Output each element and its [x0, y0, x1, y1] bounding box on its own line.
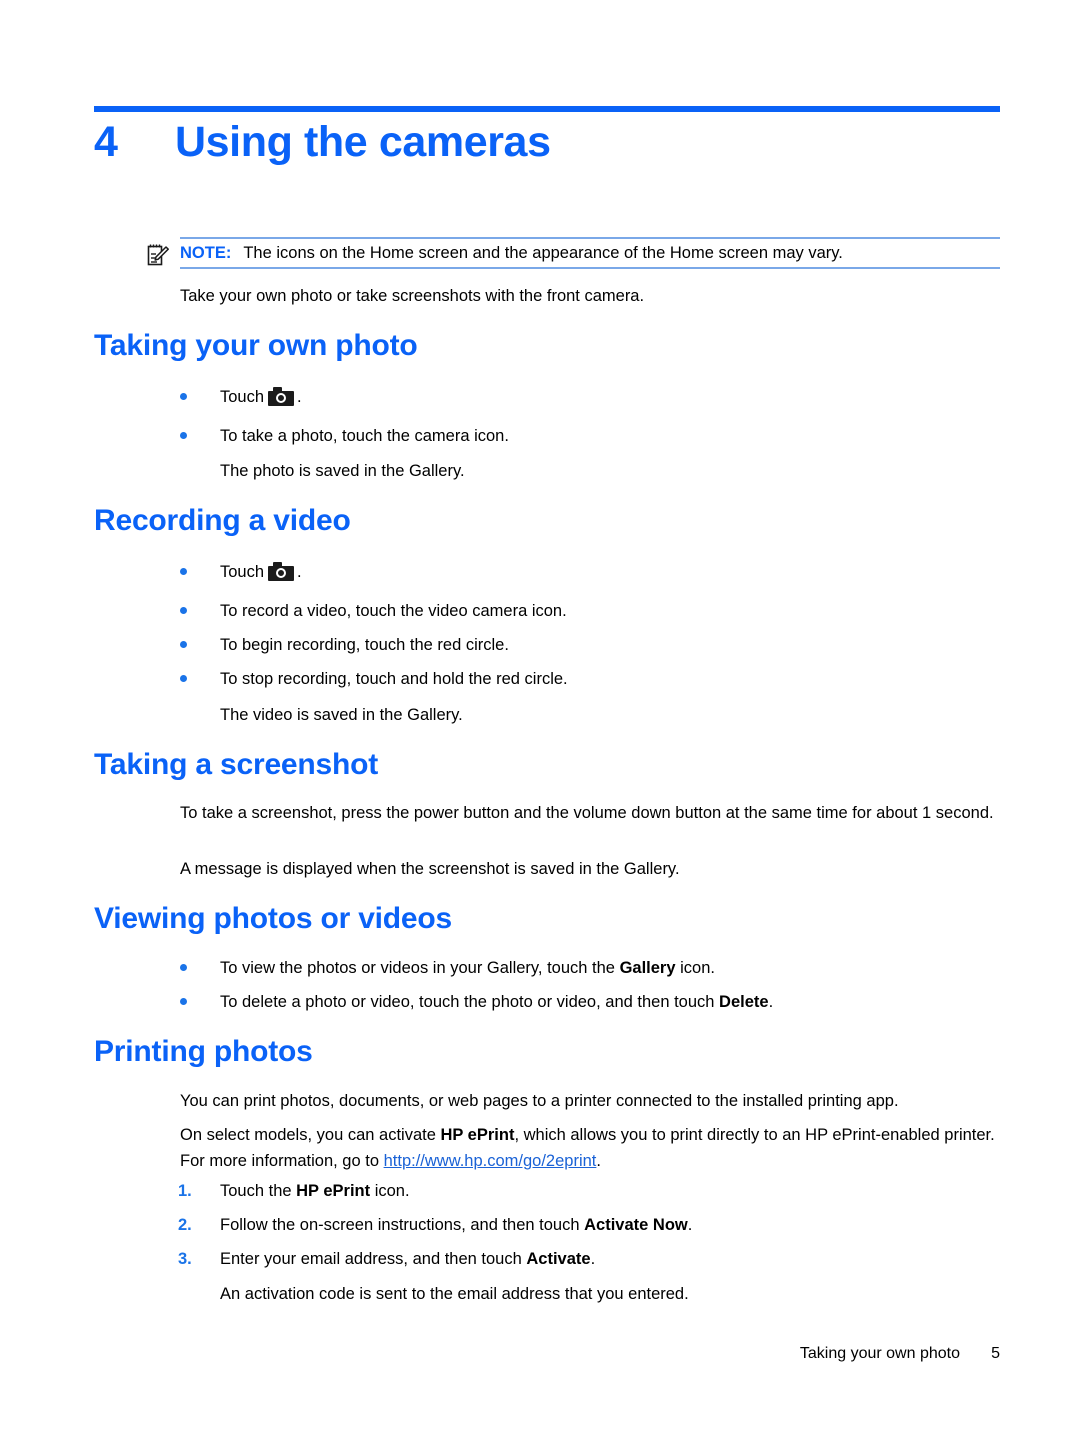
steps-follow-up-text: An activation code is sent to the email …	[220, 1285, 689, 1303]
list-item: To begin recording, touch the red circle…	[180, 633, 880, 657]
step-bold-text: HP ePrint	[296, 1182, 371, 1200]
list-item: To take a photo, touch the camera icon.	[180, 424, 880, 448]
bullet-dot-icon	[180, 641, 187, 648]
list-item: Touch.	[180, 385, 880, 409]
list-item: Touch.	[180, 560, 880, 584]
step-pre-text: Enter your email address, and then touch	[220, 1250, 527, 1268]
note-body: NOTE: The icons on the Home screen and th…	[180, 237, 1000, 269]
list-item: 3. Enter your email address, and then to…	[178, 1247, 938, 1271]
step-post-text: .	[590, 1250, 596, 1268]
intro-paragraph: Take your own photo or take screenshots …	[180, 287, 645, 305]
list-item-label: To view the photos or videos in your Gal…	[220, 956, 940, 980]
note-text: The icons on the Home screen and the app…	[243, 244, 843, 262]
list-item-label: To delete a photo or video, touch the ph…	[220, 990, 940, 1014]
step-bold-text: Activate Now	[584, 1216, 688, 1234]
note-callout: NOTE: The icons on the Home screen and th…	[147, 237, 1000, 269]
list-item-label: To record a video, touch the video camer…	[220, 602, 567, 620]
heading-viewing-photos-or-videos: Viewing photos or videos	[94, 902, 453, 935]
list-item-label: Touch.	[220, 385, 880, 409]
heading-taking-your-own-photo: Taking your own photo	[94, 329, 418, 362]
bullet-pre-text: To delete a photo or video, touch the ph…	[220, 993, 720, 1011]
heading-recording-a-video: Recording a video	[94, 504, 351, 537]
heading-printing-photos: Printing photos	[94, 1035, 313, 1068]
page-title: 4 Using the cameras	[94, 118, 1004, 180]
step-number: 3.	[178, 1250, 192, 1268]
screenshot-paragraph-2: A message is displayed when the screensh…	[180, 860, 680, 878]
list-item-label: Touch.	[220, 560, 880, 584]
bullet-dot-icon	[180, 607, 187, 614]
screenshot-paragraph-1: To take a screenshot, press the power bu…	[180, 804, 994, 822]
chapter-number: 4	[94, 118, 118, 166]
bullet-dot-icon	[180, 675, 187, 682]
camera-icon	[268, 387, 295, 406]
bullet-bold-text: Delete	[719, 993, 769, 1011]
list-item: To delete a photo or video, touch the ph…	[180, 990, 940, 1014]
step-label: Touch the HP ePrint icon.	[220, 1179, 938, 1203]
list-item-label: To begin recording, touch the red circle…	[220, 636, 509, 654]
printing-paragraph-2-bold: HP ePrint	[440, 1126, 515, 1144]
step-label: Follow the on-screen instructions, and t…	[220, 1213, 938, 1237]
list-item-label: To stop recording, touch and hold the re…	[220, 670, 568, 688]
step-number: 1.	[178, 1182, 192, 1200]
bullet-bold-text: Gallery	[619, 959, 676, 977]
list-item: 2. Follow the on-screen instructions, an…	[178, 1213, 938, 1237]
follow-up-text: The photo is saved in the Gallery.	[220, 462, 465, 480]
note-pencil-icon	[147, 243, 169, 267]
heading-taking-a-screenshot: Taking a screenshot	[94, 748, 379, 781]
step-post-text: icon.	[370, 1182, 410, 1200]
printing-paragraph-2: On select models, you can activate HP eP…	[180, 1122, 998, 1174]
document-page: 4 Using the cameras NOTE: The icons on the…	[0, 0, 1080, 1437]
step-bold-text: Activate	[526, 1250, 591, 1268]
footer-page-number: 5	[991, 1345, 1000, 1362]
printing-paragraph-1: You can print photos, documents, or web …	[180, 1092, 899, 1110]
printing-paragraph-2-post: .	[596, 1152, 601, 1170]
bullet-pre-text: Touch	[220, 563, 265, 581]
footer-running-title: Taking your own photo	[799, 1345, 960, 1362]
list-item-label: To take a photo, touch the camera icon.	[220, 427, 509, 445]
bullet-dot-icon	[180, 432, 187, 439]
printing-paragraph-2-pre: On select models, you can activate	[180, 1126, 441, 1144]
step-post-text: .	[687, 1216, 693, 1234]
follow-up-text: The video is saved in the Gallery.	[220, 706, 463, 724]
list-item: To record a video, touch the video camer…	[180, 599, 880, 623]
chapter-title-text: Using the cameras	[175, 118, 551, 166]
list-item: 1. Touch the HP ePrint icon.	[178, 1179, 938, 1203]
bullet-dot-icon	[180, 964, 187, 971]
page-footer: Taking your own photo 5	[0, 1345, 1000, 1363]
step-pre-text: Touch the	[220, 1182, 297, 1200]
list-item: To stop recording, touch and hold the re…	[180, 667, 880, 691]
step-number: 2.	[178, 1216, 192, 1234]
eprint-link[interactable]: http://www.hp.com/go/2eprint	[384, 1152, 597, 1170]
list-item: To view the photos or videos in your Gal…	[180, 956, 940, 980]
camera-icon	[268, 562, 295, 581]
bullet-pre-text: Touch	[220, 388, 265, 406]
bullet-dot-icon	[180, 393, 187, 400]
bullet-post-text: .	[768, 993, 774, 1011]
bullet-pre-text: To view the photos or videos in your Gal…	[220, 959, 620, 977]
bullet-dot-icon	[180, 568, 187, 575]
bullet-post-text: icon.	[675, 959, 715, 977]
bullet-post-text: .	[297, 388, 302, 406]
note-label: NOTE:	[180, 244, 232, 262]
bullet-dot-icon	[180, 998, 187, 1005]
chapter-rule	[94, 106, 1000, 112]
step-pre-text: Follow the on-screen instructions, and t…	[220, 1216, 585, 1234]
bullet-post-text: .	[297, 563, 302, 581]
step-label: Enter your email address, and then touch…	[220, 1247, 938, 1271]
